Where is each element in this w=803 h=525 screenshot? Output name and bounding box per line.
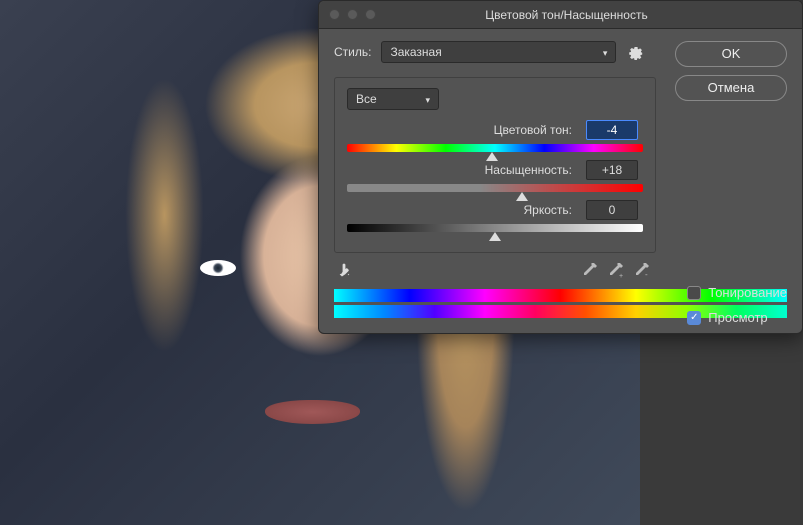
eyedropper-minus-icon: - <box>634 263 650 279</box>
style-select-value: Заказная <box>390 45 441 59</box>
sliders-panel: Все Цветовой тон: Насыщенность: <box>334 77 656 253</box>
gear-icon <box>628 44 644 60</box>
style-label: Стиль: <box>334 45 371 59</box>
colorize-checkbox[interactable] <box>687 286 701 300</box>
ok-button[interactable]: OK <box>675 41 787 67</box>
hue-input[interactable] <box>586 120 638 140</box>
preview-label: Просмотр <box>708 310 767 325</box>
channel-select[interactable]: Все <box>347 88 439 110</box>
eyedropper-minus-button[interactable]: - <box>632 261 652 281</box>
titlebar[interactable]: Цветовой тон/Насыщенность <box>319 1 802 29</box>
hue-slider-thumb[interactable] <box>486 152 498 161</box>
svg-text:-: - <box>645 270 648 279</box>
saturation-slider-thumb[interactable] <box>516 192 528 201</box>
eyedropper-plus-button[interactable]: + <box>606 261 626 281</box>
zoom-icon[interactable] <box>365 9 376 20</box>
targeted-adjustment-button[interactable] <box>338 262 356 280</box>
minimize-icon[interactable] <box>347 9 358 20</box>
lightness-slider-thumb[interactable] <box>489 232 501 241</box>
close-icon[interactable] <box>329 9 340 20</box>
cancel-button[interactable]: Отмена <box>675 75 787 101</box>
hue-slider[interactable] <box>347 144 643 152</box>
style-select[interactable]: Заказная <box>381 41 616 63</box>
colorize-label: Тонирование <box>708 285 787 300</box>
svg-text:+: + <box>619 273 623 279</box>
hand-pointer-icon <box>338 262 356 280</box>
window-controls[interactable] <box>319 9 376 20</box>
saturation-label: Насыщенность: <box>485 163 572 177</box>
saturation-slider[interactable] <box>347 184 643 192</box>
lightness-label: Яркость: <box>524 203 572 217</box>
lightness-input[interactable] <box>586 200 638 220</box>
eyedropper-icon <box>582 263 598 279</box>
dialog-title: Цветовой тон/Насыщенность <box>376 8 802 22</box>
style-settings-button[interactable] <box>626 42 646 62</box>
chevron-down-icon <box>425 92 430 106</box>
saturation-input[interactable] <box>586 160 638 180</box>
hue-saturation-dialog: Цветовой тон/Насыщенность Стиль: Заказна… <box>318 0 803 334</box>
lightness-slider[interactable] <box>347 224 643 232</box>
hue-label: Цветовой тон: <box>494 123 572 137</box>
channel-select-value: Все <box>356 92 377 106</box>
eyedropper-button[interactable] <box>580 261 600 281</box>
chevron-down-icon <box>603 45 608 59</box>
preview-checkbox[interactable]: ✓ <box>687 311 701 325</box>
eyedropper-plus-icon: + <box>608 263 624 279</box>
